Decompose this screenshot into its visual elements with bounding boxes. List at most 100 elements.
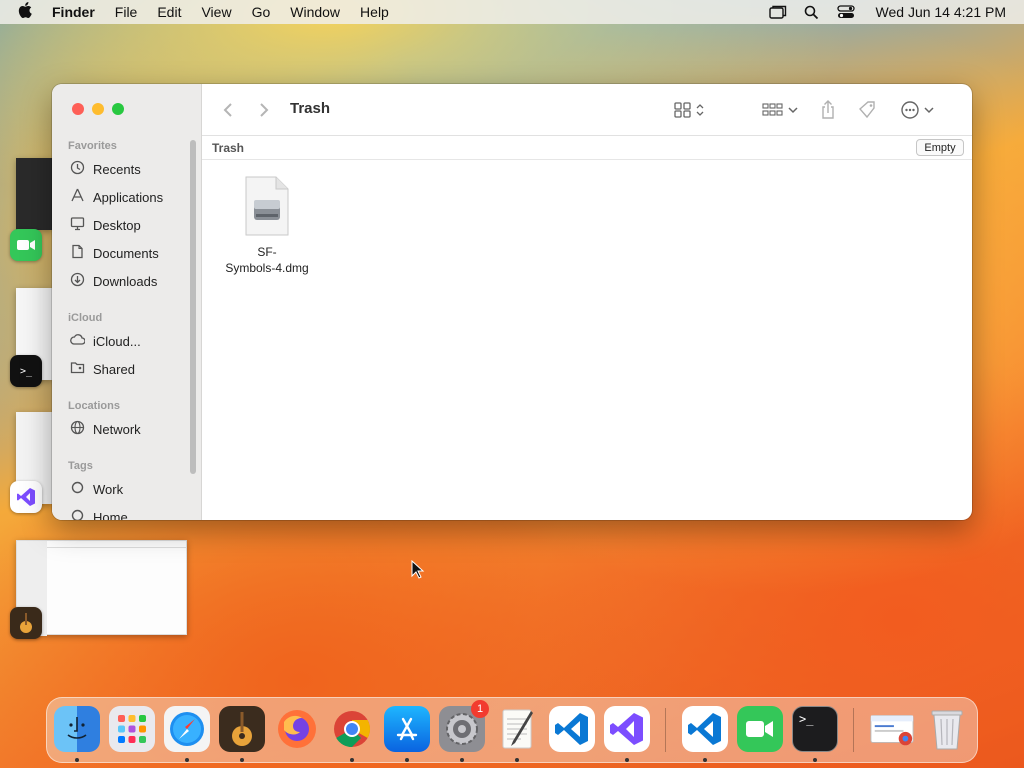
running-indicator [515, 758, 519, 762]
dock-downloads-stack[interactable] [869, 706, 915, 752]
sidebar-item-icloud-drive[interactable]: iCloud... [70, 331, 141, 351]
sidebar-item-label: Home [93, 509, 128, 521]
terminal-stage-icon: >_ [10, 355, 42, 387]
sidebar-item-shared[interactable]: Shared [70, 359, 135, 379]
dock-safari[interactable] [164, 706, 210, 752]
dock-facetime[interactable] [737, 706, 783, 752]
forward-button[interactable] [258, 98, 270, 122]
dock-separator [665, 708, 666, 752]
chevron-down-icon [788, 107, 798, 114]
garageband-stage-icon [10, 607, 42, 639]
sidebar-item-documents[interactable]: Documents [70, 243, 159, 263]
sidebar-item-desktop[interactable]: Desktop [70, 215, 141, 235]
dock-firefox[interactable] [274, 706, 320, 752]
menu-edit[interactable]: Edit [157, 4, 181, 20]
menu-app-name[interactable]: Finder [52, 4, 95, 20]
running-indicator [703, 758, 707, 762]
dock-textedit[interactable] [494, 706, 540, 752]
tag-icon [859, 101, 875, 119]
back-button[interactable] [222, 98, 234, 122]
menu-clock[interactable]: Wed Jun 14 4:21 PM [876, 4, 1006, 20]
minimize-button[interactable] [92, 103, 104, 115]
app-store-icon [396, 717, 418, 741]
menu-help[interactable]: Help [360, 4, 389, 20]
firefox-icon [278, 710, 316, 748]
visual-studio-stage-icon [10, 481, 42, 513]
running-indicator [240, 758, 244, 762]
stage-thumbnail-1[interactable] [16, 158, 52, 230]
menu-view[interactable]: View [201, 4, 231, 20]
garageband-icon [232, 712, 252, 746]
dock-terminal[interactable]: >_ [792, 706, 838, 752]
dock-launchpad[interactable] [109, 706, 155, 752]
running-indicator [460, 758, 464, 762]
dock-vscode-2[interactable] [682, 706, 728, 752]
group-by-button[interactable] [762, 98, 798, 122]
disk-image-icon [244, 176, 290, 236]
screen-mirroring-icon[interactable] [768, 4, 788, 20]
visual-studio-icon [610, 713, 643, 745]
dock-visual-studio[interactable] [604, 706, 650, 752]
sidebar-item-label: Downloads [93, 273, 158, 289]
dock-finder[interactable] [54, 706, 100, 752]
sidebar-item-network[interactable]: Network [70, 419, 141, 439]
dock: 1 >_ [46, 697, 978, 763]
window-title: Trash [290, 100, 331, 117]
sidebar-item-label: Documents [93, 245, 159, 261]
dock-trash[interactable] [924, 706, 970, 752]
sidebar-item-label: Work [93, 481, 124, 497]
spotlight-search-icon[interactable] [802, 4, 822, 20]
file-item[interactable]: SF- Symbols-4.dmg [217, 176, 317, 276]
sidebar-item-applications[interactable]: Applications [70, 187, 163, 207]
view-mode-button[interactable] [674, 98, 704, 122]
tag-circle-icon [70, 508, 85, 520]
sidebar-item-label: Recents [93, 161, 141, 177]
toolbar: Trash [202, 84, 972, 136]
sidebar-scrollbar[interactable] [190, 140, 196, 474]
dock-vscode[interactable] [549, 706, 595, 752]
dock-app-store[interactable] [384, 706, 430, 752]
vscode-icon [555, 713, 588, 745]
chevron-down-icon [924, 107, 934, 114]
sidebar-item-downloads[interactable]: Downloads [70, 271, 157, 291]
dock-system-settings[interactable]: 1 [439, 700, 489, 752]
menu-go[interactable]: Go [252, 4, 271, 20]
tag-circle-icon [70, 480, 85, 498]
zoom-button[interactable] [112, 103, 124, 115]
terminal-icon: >_ [799, 712, 814, 726]
group-grid-icon [762, 103, 783, 116]
sidebar-section-favorites: Favorites [68, 140, 117, 152]
running-indicator [75, 758, 79, 762]
dock-garageband[interactable] [219, 706, 265, 752]
sidebar-section-tags: Tags [68, 460, 93, 472]
dock-chrome[interactable] [329, 706, 375, 752]
textedit-icon [502, 709, 533, 749]
running-indicator [625, 758, 629, 762]
cloud-icon [70, 332, 86, 350]
chrome-icon [334, 711, 370, 747]
safari-icon [170, 712, 204, 746]
tags-button[interactable] [858, 98, 878, 122]
ellipsis-circle-icon [901, 101, 919, 119]
menu-window[interactable]: Window [290, 4, 340, 20]
action-menu-button[interactable] [900, 98, 934, 122]
apple-menu-icon[interactable] [18, 2, 32, 22]
sidebar-item-recents[interactable]: Recents [70, 159, 141, 179]
sidebar-item-tag-home[interactable]: Home [70, 507, 128, 520]
chevron-right-icon [260, 103, 269, 117]
facetime-icon [746, 721, 773, 737]
finder-window: Favorites Recents Applications Desktop D… [52, 84, 972, 520]
finder-icon [67, 717, 87, 739]
menu-file[interactable]: File [115, 4, 138, 20]
globe-icon [70, 420, 85, 438]
share-button[interactable] [820, 98, 836, 122]
close-button[interactable] [72, 103, 84, 115]
control-center-icon[interactable] [836, 4, 856, 20]
sidebar-item-tag-work[interactable]: Work [70, 479, 123, 499]
download-icon [70, 272, 85, 290]
sidebar-item-label: Network [93, 421, 141, 437]
empty-trash-button[interactable]: Empty [916, 139, 964, 156]
share-icon [822, 100, 834, 119]
trash-header-bar: Trash Empty [202, 136, 972, 160]
sidebar-item-label: Desktop [93, 217, 141, 233]
